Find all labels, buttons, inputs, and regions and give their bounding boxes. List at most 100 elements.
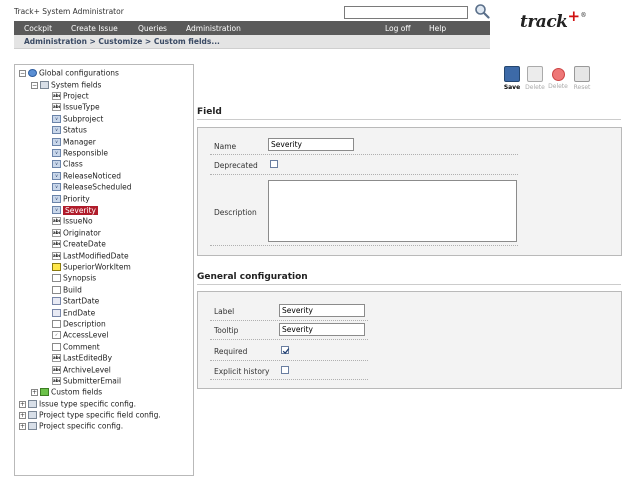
text-field-icon: abc bbox=[52, 240, 61, 249]
folder-icon bbox=[28, 422, 37, 430]
tree-item-label: Severity bbox=[63, 205, 98, 215]
expand-icon[interactable]: + bbox=[19, 422, 26, 430]
tooltip-label: Tooltip bbox=[214, 326, 239, 335]
tree-item-label: IssueNo bbox=[63, 216, 93, 226]
tree-item-label: Responsible bbox=[63, 148, 108, 158]
checkbox-field-icon: ✓ bbox=[52, 331, 61, 340]
search-button[interactable] bbox=[474, 3, 490, 19]
tree-item[interactable]: Synopsis bbox=[52, 272, 96, 283]
expand-icon[interactable]: + bbox=[19, 411, 26, 419]
name-input[interactable]: Severity bbox=[268, 138, 354, 151]
menu-cockpit[interactable]: Cockpit bbox=[24, 24, 52, 33]
tree-item-label: EndDate bbox=[63, 308, 96, 318]
tree-item[interactable]: abc SubmitterEmail bbox=[52, 375, 121, 386]
tree-node-custom-fields[interactable]: + Custom fields bbox=[31, 386, 102, 397]
field-section-title: Field bbox=[197, 107, 222, 117]
tree-node-global-configurations[interactable]: − Global configurations bbox=[19, 67, 119, 78]
folder-icon bbox=[40, 81, 49, 89]
tree-item[interactable]: v ReleaseNoticed bbox=[52, 170, 121, 181]
search-input[interactable] bbox=[344, 6, 468, 19]
custom-fields-icon bbox=[40, 388, 49, 396]
tree-item[interactable]: abc Project bbox=[52, 90, 89, 101]
tree-item[interactable]: v Class bbox=[52, 158, 83, 169]
tree-item-label: Project bbox=[63, 91, 89, 101]
tree-item[interactable]: v Manager bbox=[52, 136, 96, 147]
save-icon bbox=[504, 66, 520, 82]
tree-item[interactable]: abc LastModifiedDate bbox=[52, 250, 129, 261]
tree-item[interactable]: v Status bbox=[52, 124, 87, 135]
tree-item-label: AccessLevel bbox=[63, 330, 109, 340]
text-field-icon: abc bbox=[52, 365, 61, 374]
save-button[interactable]: Save bbox=[502, 66, 522, 91]
tree-item-label: LastModifiedDate bbox=[63, 251, 129, 261]
deprecated-checkbox[interactable] bbox=[270, 160, 278, 168]
menu-help[interactable]: Help bbox=[429, 24, 446, 33]
tree-item[interactable]: abc CreateDate bbox=[52, 238, 106, 249]
select-field-icon: v bbox=[52, 194, 61, 203]
tree-item[interactable]: abc LastEditedBy bbox=[52, 352, 112, 363]
tree-item[interactable]: EndDate bbox=[52, 307, 95, 318]
collapse-icon[interactable]: − bbox=[31, 81, 38, 89]
tree-item-label: IssueType bbox=[63, 102, 100, 112]
tree-item[interactable]: v Severity bbox=[52, 204, 98, 215]
tree-item[interactable]: Build bbox=[52, 284, 82, 295]
tree-node-project-config[interactable]: + Project specific config. bbox=[19, 420, 123, 431]
tree-node-issue-type-config[interactable]: + Issue type specific config. bbox=[19, 398, 136, 409]
tree-item-label: ReleaseNoticed bbox=[63, 171, 122, 181]
text-area-icon bbox=[52, 274, 61, 283]
select-field-icon: v bbox=[52, 149, 61, 157]
explicit-history-checkbox[interactable] bbox=[281, 366, 289, 374]
tree-item-label: Status bbox=[63, 125, 87, 135]
description-textarea[interactable] bbox=[268, 180, 517, 242]
tree-item[interactable]: v Priority bbox=[52, 193, 90, 204]
reset-button[interactable]: Reset bbox=[572, 66, 592, 91]
tree-item[interactable]: v Subproject bbox=[52, 113, 103, 124]
tree-item[interactable]: Description bbox=[52, 318, 106, 329]
tree-item-label: SuperiorWorkItem bbox=[63, 262, 131, 272]
tree-item[interactable]: Comment bbox=[52, 341, 100, 352]
deprecated-label: Deprecated bbox=[214, 161, 258, 170]
tree-item[interactable]: ✓ AccessLevel bbox=[52, 329, 108, 340]
text-field-icon: abc bbox=[52, 251, 61, 260]
select-field-icon: v bbox=[52, 171, 61, 180]
select-field-icon: v bbox=[52, 183, 61, 192]
folder-icon bbox=[28, 411, 37, 419]
divider bbox=[210, 379, 368, 380]
tree-item[interactable]: abc IssueNo bbox=[52, 215, 93, 226]
delete-button-1[interactable]: Delete bbox=[525, 66, 545, 91]
tooltip-input[interactable]: Severity bbox=[279, 323, 365, 336]
tree-item[interactable]: abc IssueType bbox=[52, 101, 100, 112]
menu-log-off[interactable]: Log off bbox=[385, 24, 411, 33]
tree-item[interactable]: StartDate bbox=[52, 295, 99, 306]
tree-item-label: Subproject bbox=[63, 114, 104, 124]
required-label: Required bbox=[214, 347, 248, 356]
expand-icon[interactable]: + bbox=[19, 400, 26, 408]
menu-create-issue[interactable]: Create Issue bbox=[71, 24, 118, 33]
expand-icon[interactable]: + bbox=[31, 388, 38, 396]
magnifier-icon bbox=[475, 4, 490, 19]
tree-item-label: Priority bbox=[63, 194, 90, 204]
text-field-icon: abc bbox=[52, 228, 61, 237]
tree-node-system-fields[interactable]: − System fields bbox=[31, 79, 101, 90]
divider bbox=[210, 245, 518, 246]
breadcrumb-text[interactable]: Administration > Customize > Custom fiel… bbox=[24, 37, 220, 46]
menu-administration[interactable]: Administration bbox=[186, 24, 241, 33]
folder-icon bbox=[28, 400, 37, 408]
tree-item[interactable]: v ReleaseScheduled bbox=[52, 181, 132, 192]
delete-button-2[interactable]: Delete bbox=[548, 66, 568, 90]
menu-queries[interactable]: Queries bbox=[138, 24, 167, 33]
tree-item-label: Description bbox=[63, 319, 106, 329]
select-field-icon: v bbox=[52, 114, 61, 123]
label-input[interactable]: Severity bbox=[279, 304, 365, 317]
tree-item-label: Comment bbox=[63, 342, 100, 352]
required-checkbox[interactable] bbox=[281, 346, 290, 355]
tree-item[interactable]: abc Originator bbox=[52, 227, 101, 238]
collapse-icon[interactable]: − bbox=[19, 69, 26, 77]
tree-item[interactable]: abc ArchiveLevel bbox=[52, 364, 111, 375]
tree-item-label: Class bbox=[63, 159, 83, 169]
tree-item[interactable]: SuperiorWorkItem bbox=[52, 261, 131, 272]
date-field-icon bbox=[52, 308, 61, 317]
tree-node-project-type-config[interactable]: + Project type specific field config. bbox=[19, 409, 161, 420]
tree-item[interactable]: v Responsible bbox=[52, 147, 108, 158]
divider bbox=[210, 320, 368, 321]
